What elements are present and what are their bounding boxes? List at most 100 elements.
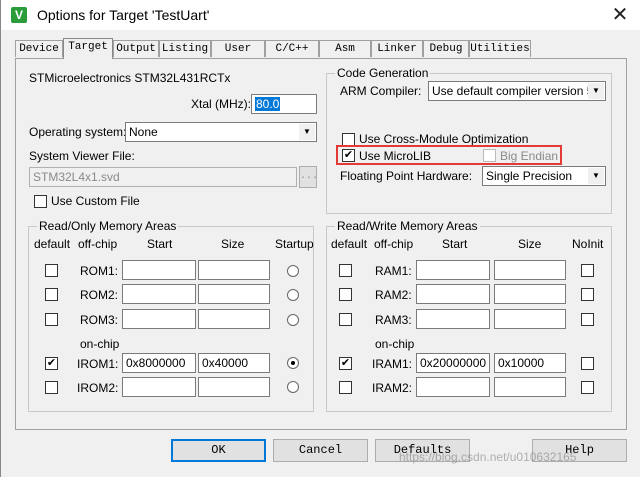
iram2-label: IRAM2: bbox=[372, 381, 413, 395]
microlib-label: Use MicroLIB bbox=[359, 149, 432, 163]
rom3-default-checkbox[interactable] bbox=[45, 313, 58, 326]
compiler-select[interactable]: Use default compiler version 5 ▼ bbox=[428, 81, 606, 101]
rom2-size-input[interactable] bbox=[198, 284, 270, 304]
iram1-default-checkbox[interactable]: ✔ bbox=[339, 357, 352, 370]
irom2-start-input[interactable] bbox=[122, 377, 196, 397]
irom2-startup-radio[interactable] bbox=[287, 381, 299, 393]
tab-output[interactable]: Output bbox=[113, 40, 159, 57]
cancel-button[interactable]: Cancel bbox=[273, 439, 368, 462]
svd-label: System Viewer File: bbox=[29, 149, 135, 163]
xtal-value: 80.0 bbox=[255, 97, 281, 111]
rom2-default-checkbox[interactable] bbox=[45, 288, 58, 301]
ram3-label: RAM3: bbox=[375, 313, 412, 327]
ram-areas-title: Read/Write Memory Areas bbox=[335, 219, 480, 233]
irom1-default-checkbox[interactable]: ✔ bbox=[45, 357, 58, 370]
close-icon[interactable]: ✕ bbox=[605, 2, 635, 28]
compiler-value: Use default compiler version 5 bbox=[432, 84, 594, 98]
xtal-input[interactable]: 80.0 bbox=[251, 94, 317, 114]
rom1-startup-radio[interactable] bbox=[287, 265, 299, 277]
ram3-default-checkbox[interactable] bbox=[339, 313, 352, 326]
rom2-label: ROM2: bbox=[80, 288, 119, 302]
fp-hardware-value: Single Precision bbox=[486, 169, 573, 183]
rom1-start-input[interactable] bbox=[122, 260, 196, 280]
tab-device[interactable]: Device bbox=[15, 40, 63, 57]
ram3-size-input[interactable] bbox=[494, 309, 566, 329]
tab-debug[interactable]: Debug bbox=[423, 40, 469, 57]
keil-app-icon: V bbox=[11, 7, 27, 23]
irom1-startup-radio[interactable] bbox=[287, 357, 299, 369]
rom-header-startup: Startup bbox=[275, 237, 314, 251]
xtal-label: Xtal (MHz): bbox=[191, 97, 251, 111]
use-custom-file-checkbox[interactable] bbox=[34, 195, 47, 208]
watermark: https://blog.csdn.net/u010632165 bbox=[399, 450, 577, 464]
tab-listing[interactable]: Listing bbox=[159, 40, 211, 57]
chevron-down-icon: ▼ bbox=[588, 168, 604, 184]
tab-target[interactable]: Target bbox=[63, 38, 113, 59]
rom-header-size: Size bbox=[221, 237, 245, 251]
rom2-start-input[interactable] bbox=[122, 284, 196, 304]
ram-header-default: default bbox=[331, 237, 368, 251]
rom1-label: ROM1: bbox=[80, 264, 119, 278]
ram1-label: RAM1: bbox=[375, 264, 412, 278]
os-select[interactable]: None ▼ bbox=[125, 122, 317, 142]
irom1-label: IROM1: bbox=[77, 357, 119, 371]
ram3-start-input[interactable] bbox=[416, 309, 490, 329]
rom-onchip-label: on-chip bbox=[80, 337, 120, 351]
ram1-noinit-checkbox[interactable] bbox=[581, 264, 594, 277]
chevron-down-icon: ▼ bbox=[299, 124, 315, 140]
chevron-down-icon: ▼ bbox=[588, 83, 604, 99]
ram2-default-checkbox[interactable] bbox=[339, 288, 352, 301]
iram1-label: IRAM1: bbox=[372, 357, 413, 371]
ram-header-noinit: NoInit bbox=[572, 237, 604, 251]
ok-button[interactable]: OK bbox=[171, 439, 266, 462]
svd-browse-button[interactable]: ... bbox=[299, 166, 318, 188]
irom2-label: IROM2: bbox=[77, 381, 119, 395]
ram2-start-input[interactable] bbox=[416, 284, 490, 304]
svd-input[interactable]: STM32L4x1.svd bbox=[29, 167, 297, 187]
ram1-size-input[interactable] bbox=[494, 260, 566, 280]
microlib-checkbox[interactable]: ✔ bbox=[342, 149, 355, 162]
iram1-noinit-checkbox[interactable] bbox=[581, 357, 594, 370]
rom1-default-checkbox[interactable] bbox=[45, 264, 58, 277]
rom1-size-input[interactable] bbox=[198, 260, 270, 280]
big-endian-label: Big Endian bbox=[500, 149, 559, 163]
rom3-startup-radio[interactable] bbox=[287, 314, 299, 326]
iram1-start-input[interactable]: 0x20000000 bbox=[416, 353, 490, 373]
iram2-noinit-checkbox[interactable] bbox=[581, 381, 594, 394]
ram-header-offchip: off-chip bbox=[374, 237, 414, 251]
irom2-size-input[interactable] bbox=[198, 377, 270, 397]
big-endian-checkbox[interactable] bbox=[483, 149, 496, 162]
cross-module-label: Use Cross-Module Optimization bbox=[359, 132, 529, 146]
ram3-noinit-checkbox[interactable] bbox=[581, 313, 594, 326]
iram2-start-input[interactable] bbox=[416, 377, 490, 397]
ram-header-start: Start bbox=[442, 237, 468, 251]
title-bar[interactable]: V Options for Target 'TestUart' ✕ bbox=[1, 0, 640, 30]
iram2-default-checkbox[interactable] bbox=[339, 381, 352, 394]
os-label: Operating system: bbox=[29, 125, 127, 139]
tab-asm[interactable]: Asm bbox=[319, 40, 371, 57]
irom1-start-input[interactable]: 0x8000000 bbox=[122, 353, 196, 373]
ram2-noinit-checkbox[interactable] bbox=[581, 288, 594, 301]
ram1-start-input[interactable] bbox=[416, 260, 490, 280]
iram2-size-input[interactable] bbox=[494, 377, 566, 397]
os-value: None bbox=[129, 125, 158, 139]
rom3-size-input[interactable] bbox=[198, 309, 270, 329]
rom2-startup-radio[interactable] bbox=[287, 289, 299, 301]
fp-hardware-select[interactable]: Single Precision ▼ bbox=[482, 166, 606, 186]
compiler-label: ARM Compiler: bbox=[340, 84, 422, 98]
ram2-size-input[interactable] bbox=[494, 284, 566, 304]
irom2-default-checkbox[interactable] bbox=[45, 381, 58, 394]
options-dialog: V Options for Target 'TestUart' ✕ Device… bbox=[0, 0, 640, 477]
tab-linker[interactable]: Linker bbox=[371, 40, 423, 57]
ram1-default-checkbox[interactable] bbox=[339, 264, 352, 277]
tab-user[interactable]: User bbox=[211, 40, 265, 57]
tab-utilities[interactable]: Utilities bbox=[469, 40, 531, 57]
rom3-start-input[interactable] bbox=[122, 309, 196, 329]
irom1-size-input[interactable]: 0x40000 bbox=[198, 353, 270, 373]
rom-header-default: default bbox=[34, 237, 71, 251]
rom-areas-title: Read/Only Memory Areas bbox=[37, 219, 179, 233]
rom-header-start: Start bbox=[147, 237, 173, 251]
ram2-label: RAM2: bbox=[375, 288, 412, 302]
tab-c-cpp[interactable]: C/C++ bbox=[265, 40, 319, 57]
iram1-size-input[interactable]: 0x10000 bbox=[494, 353, 566, 373]
